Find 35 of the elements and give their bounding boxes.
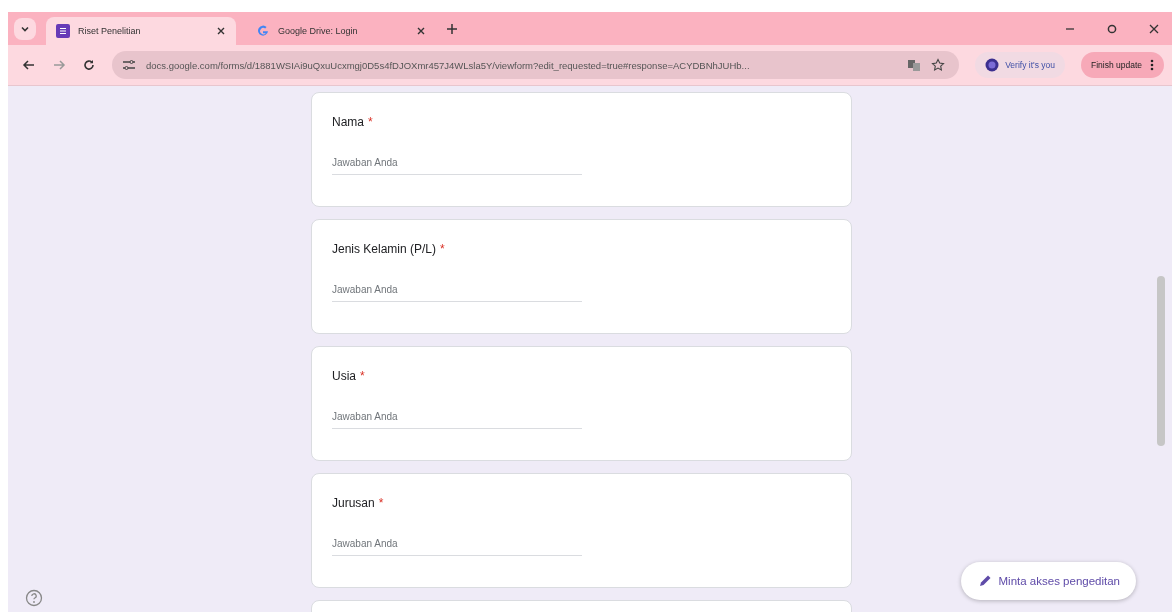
request-edit-access-button[interactable]: Minta akses pengeditan xyxy=(960,562,1136,600)
chip-label: Verify it's you xyxy=(1005,60,1055,70)
close-icon[interactable] xyxy=(416,26,426,36)
finish-update-button[interactable]: Finish update xyxy=(1080,52,1164,78)
url-text: docs.google.com/forms/d/1881WSIAi9uQxuUcxmgj0D5s4fDJOXmr457J4WLsla5Y/viewform?edit_requested=true#response=ACYDBNhJUHb... xyxy=(146,59,751,71)
close-icon[interactable] xyxy=(1148,22,1160,35)
star-icon[interactable] xyxy=(931,58,946,72)
tab-search-button[interactable] xyxy=(14,17,36,40)
question-title: Usia xyxy=(332,369,356,383)
browser-tab[interactable]: Google Drive: Login xyxy=(246,17,436,45)
translate-icon[interactable] xyxy=(907,58,922,72)
g-logo-icon xyxy=(256,24,270,38)
reload-icon[interactable] xyxy=(82,58,96,72)
site-settings-icon[interactable] xyxy=(122,59,136,71)
back-arrow-icon[interactable] xyxy=(22,58,36,72)
form-icon xyxy=(56,24,70,38)
question-title: Jurusan xyxy=(332,496,375,510)
question-title: Jenis Kelamin (P/L) xyxy=(332,242,437,256)
required-mark: * xyxy=(360,369,365,383)
more-vert-icon[interactable] xyxy=(1150,59,1154,71)
question-title: Nama xyxy=(332,115,364,129)
required-mark: * xyxy=(368,115,373,129)
scrollbar-thumb[interactable] xyxy=(1157,276,1165,446)
profile-chip[interactable]: Verify it's you xyxy=(975,52,1065,78)
help-icon[interactable] xyxy=(25,589,43,607)
required-mark: * xyxy=(378,496,384,510)
tab-title: Google Drive: Login xyxy=(278,26,359,36)
new-tab-icon[interactable] xyxy=(446,22,458,35)
tab-title: Riset Penelitian xyxy=(78,26,142,36)
browser-tab[interactable]: Riset Penelitian xyxy=(46,17,236,45)
required-mark: * xyxy=(440,242,445,256)
avatar-icon xyxy=(985,58,1000,72)
close-icon[interactable] xyxy=(216,26,226,36)
address-bar[interactable]: docs.google.com/forms/d/1881WSIAi9uQxuUcxmgj0D5s4fDJOXmr457J4WLsla5Y/viewform?edit_requested=true#response=ACYDBNhJUHb... xyxy=(112,51,960,79)
restore-icon[interactable] xyxy=(1106,22,1118,35)
